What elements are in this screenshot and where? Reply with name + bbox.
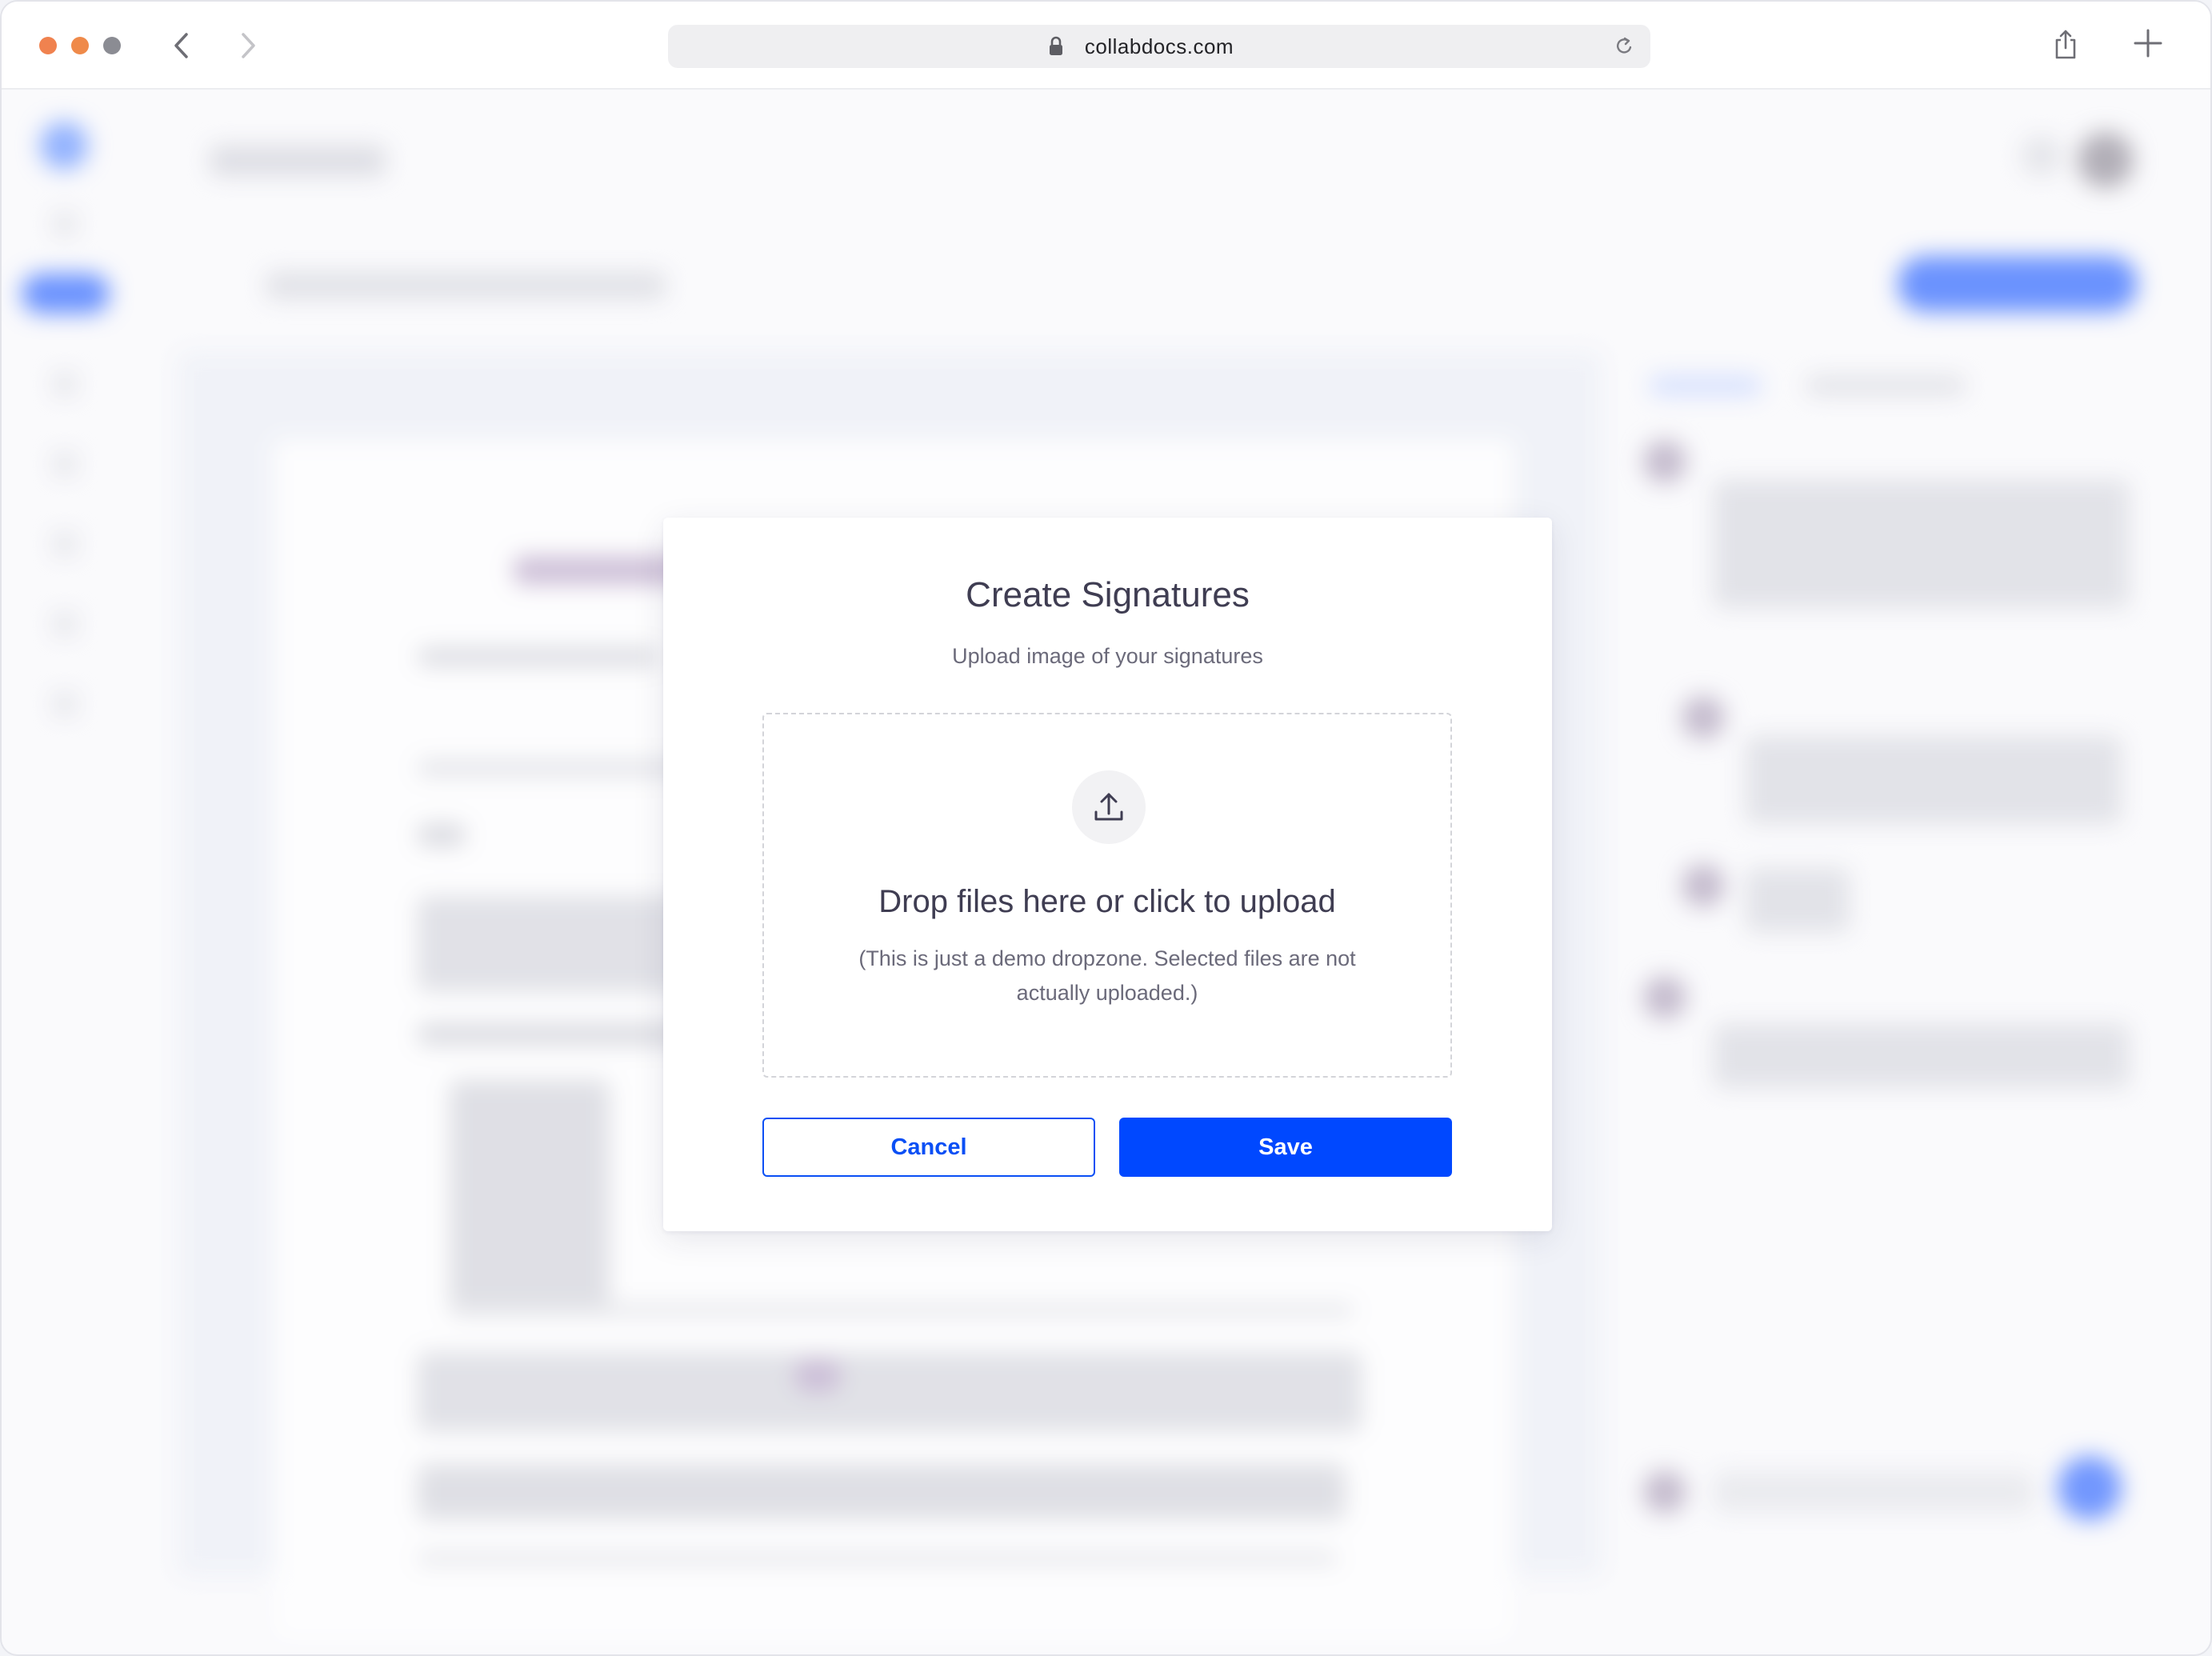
address-bar[interactable]: collabdocs.com [668,25,1650,68]
dropzone-title: Drop files here or click to upload [878,884,1336,919]
chevron-left-icon [174,33,188,58]
url-text: collabdocs.com [1084,34,1234,58]
forward-button[interactable] [228,26,268,66]
browser-toolbar: collabdocs.com [2,2,2210,90]
minimize-window-button[interactable] [71,37,89,54]
dialog-subtitle: Upload image of your signatures [952,644,1263,668]
upload-icon [1094,793,1123,821]
save-button[interactable]: Save [1119,1118,1452,1177]
file-dropzone[interactable]: Drop files here or click to upload (This… [762,713,1452,1078]
share-icon[interactable] [2054,29,2078,61]
reload-icon[interactable] [1614,35,1634,58]
dropzone-note: (This is just a demo dropzone. Selected … [858,946,1356,1005]
browser-window: collabdocs.com Create Signatures Upload … [0,0,2212,1656]
zoom-window-button[interactable] [103,37,121,54]
back-button[interactable] [162,26,202,66]
close-window-button[interactable] [39,37,57,54]
dialog-title: Create Signatures [966,575,1250,614]
new-tab-icon[interactable] [2132,27,2164,59]
chevron-right-icon [242,33,255,58]
cancel-button[interactable]: Cancel [762,1118,1095,1177]
create-signatures-dialog: Create Signatures Upload image of your s… [663,518,1552,1231]
upload-icon-container [1072,770,1146,844]
